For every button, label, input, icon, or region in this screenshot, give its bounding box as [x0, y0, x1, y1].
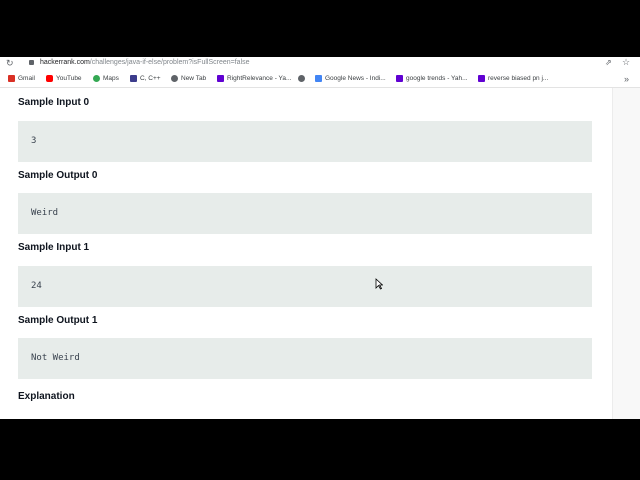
sample-output-0-value: Weird [31, 208, 59, 218]
bookmark-youtube[interactable]: YouTube [46, 75, 82, 82]
share-icon[interactable]: ⇗ [605, 58, 612, 67]
sample-output-0-heading: Sample Output 0 [18, 170, 98, 181]
browser-window: ↻ hackerrank.com/challenges/java-if-else… [0, 57, 640, 419]
yahoo-icon [396, 75, 403, 82]
maps-icon [93, 75, 100, 82]
bookmark-globe[interactable] [298, 75, 308, 82]
sample-input-0-value: 3 [31, 136, 37, 146]
bookmark-new-tab[interactable]: New Tab [171, 75, 206, 82]
url-domain: hackerrank.com [40, 59, 90, 66]
gmail-icon [8, 75, 15, 82]
bookmark-rightrelevance[interactable]: RightRelevance - Ya... [217, 75, 291, 82]
mouse-cursor-icon [375, 278, 383, 290]
yahoo-icon [478, 75, 485, 82]
sample-output-1-box: Not Weird [18, 338, 592, 379]
more-bookmarks-icon[interactable]: » [624, 74, 629, 84]
problem-content: Sample Input 0 3 Sample Output 0 Weird S… [0, 88, 612, 419]
globe-icon [298, 75, 305, 82]
bookmark-gmail[interactable]: Gmail [8, 75, 35, 82]
globe-icon [171, 75, 178, 82]
google-news-icon [315, 75, 322, 82]
sample-input-1-box: 24 [18, 266, 592, 307]
yahoo-icon [217, 75, 224, 82]
bookmark-google-trends[interactable]: google trends - Yah... [396, 75, 468, 82]
star-icon[interactable]: ☆ [622, 57, 630, 68]
bookmark-reverse-biased[interactable]: reverse biased pn j... [478, 75, 548, 82]
sample-input-1-value: 24 [31, 281, 42, 291]
sample-output-1-value: Not Weird [31, 353, 80, 363]
bookmark-maps[interactable]: Maps [93, 75, 119, 82]
reload-icon[interactable]: ↻ [6, 58, 14, 69]
lock-icon[interactable] [29, 60, 34, 65]
youtube-icon [46, 75, 53, 82]
bookmark-google-news[interactable]: Google News - Indi... [315, 75, 386, 82]
address-bar[interactable]: ↻ hackerrank.com/challenges/java-if-else… [0, 57, 640, 70]
sample-input-0-box: 3 [18, 121, 592, 162]
sample-input-1-heading: Sample Input 1 [18, 242, 90, 253]
sample-input-0-heading: Sample Input 0 [18, 97, 90, 108]
explanation-heading: Explanation [18, 391, 75, 402]
cpp-icon [130, 75, 137, 82]
sample-output-1-heading: Sample Output 1 [18, 315, 98, 326]
bookmark-cpp[interactable]: C, C++ [130, 75, 161, 82]
scrollbar[interactable] [612, 88, 640, 419]
url-field[interactable]: hackerrank.com/challenges/java-if-else/p… [40, 59, 250, 66]
url-path: /challenges/java-if-else/problem?isFullS… [89, 59, 250, 66]
bookmarks-bar: Gmail YouTube Maps C, C++ New Tab RightR… [0, 73, 640, 88]
sample-output-0-box: Weird [18, 193, 592, 234]
